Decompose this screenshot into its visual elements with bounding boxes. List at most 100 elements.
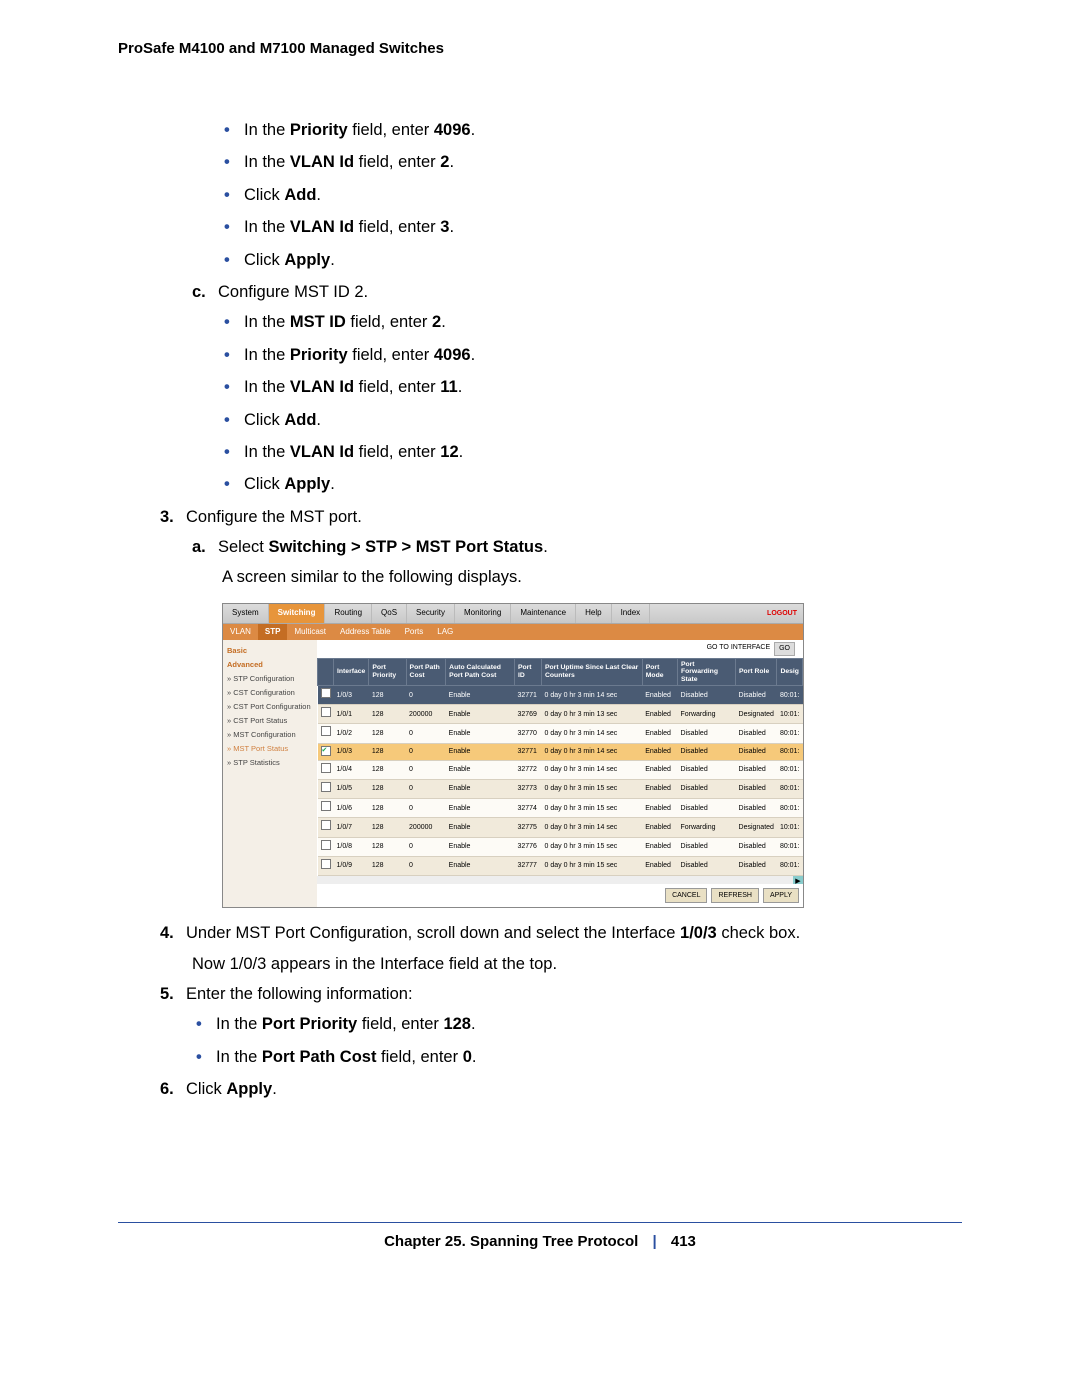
cell: 32771: [514, 686, 541, 705]
cell: Enabled: [642, 705, 677, 724]
sidebar-item[interactable]: » STP Configuration: [227, 672, 313, 686]
row-checkbox[interactable]: [321, 746, 331, 756]
bullet-vlanid-11: •In the VLAN Id field, enter 11.: [224, 374, 962, 400]
bullet-vlanid-2: •In the VLAN Id field, enter 2.: [224, 149, 962, 175]
tab-index[interactable]: Index: [612, 604, 651, 623]
column-header: Auto Calculated Port Path Cost: [446, 658, 515, 685]
cell: Disabled: [677, 743, 735, 760]
sidebar-basic[interactable]: Basic: [227, 644, 313, 658]
cell: Disabled: [677, 760, 735, 779]
subtab-address-table[interactable]: Address Table: [333, 624, 398, 641]
bullet-vlanid-3: •In the VLAN Id field, enter 3.: [224, 214, 962, 240]
cell: Enabled: [642, 818, 677, 837]
sidebar-item[interactable]: » CST Configuration: [227, 686, 313, 700]
row-checkbox[interactable]: [321, 859, 331, 869]
column-header: Desig: [777, 658, 803, 685]
cell: Enabled: [642, 686, 677, 705]
tab-help[interactable]: Help: [576, 604, 611, 623]
sidebar-item[interactable]: » CST Port Status: [227, 714, 313, 728]
bullet-click-add-b: •Click Add.: [224, 407, 962, 433]
tab-routing[interactable]: Routing: [325, 604, 372, 623]
sidebar-advanced[interactable]: Advanced: [227, 658, 313, 672]
bullet-priority-4096-b: •In the Priority field, enter 4096.: [224, 342, 962, 368]
cell: Enabled: [642, 743, 677, 760]
step-4: 4.Under MST Port Configuration, scroll d…: [160, 920, 962, 946]
apply-button[interactable]: APPLY: [763, 888, 799, 903]
bullet-vlanid-12: •In the VLAN Id field, enter 12.: [224, 439, 962, 465]
subtab-multicast[interactable]: Multicast: [287, 624, 333, 641]
sub-tabs: VLANSTPMulticastAddress TablePortsLAG: [223, 624, 803, 641]
sidebar-item[interactable]: » MST Port Status: [227, 742, 313, 756]
table-row: 1/0/7128200000Enable327750 day 0 hr 3 mi…: [318, 818, 803, 837]
cell: Enable: [446, 779, 515, 798]
cell: 128: [369, 724, 406, 743]
cell: 0 day 0 hr 3 min 15 sec: [542, 779, 643, 798]
row-checkbox[interactable]: [321, 840, 331, 850]
sidebar-item[interactable]: » STP Statistics: [227, 756, 313, 770]
bullet-port-path-cost-0: •In the Port Path Cost field, enter 0.: [196, 1044, 962, 1070]
row-checkbox[interactable]: [321, 726, 331, 736]
cell: Enable: [446, 818, 515, 837]
go-button[interactable]: GO: [774, 642, 795, 655]
cell: 0 day 0 hr 3 min 14 sec: [542, 743, 643, 760]
cell: Disabled: [736, 856, 777, 875]
row-checkbox[interactable]: [321, 707, 331, 717]
cell: Enabled: [642, 837, 677, 856]
cancel-button[interactable]: CANCEL: [665, 888, 707, 903]
column-header: Port ID: [514, 658, 541, 685]
refresh-button[interactable]: REFRESH: [711, 888, 758, 903]
tab-monitoring[interactable]: Monitoring: [455, 604, 511, 623]
cell: 32773: [514, 779, 541, 798]
cell: 0 day 0 hr 3 min 15 sec: [542, 799, 643, 818]
scroll-right-icon[interactable]: ▶: [793, 876, 803, 884]
bullet-click-apply-b: •Click Apply.: [224, 471, 962, 497]
tab-maintenance[interactable]: Maintenance: [511, 604, 576, 623]
bullet-click-add: •Click Add.: [224, 182, 962, 208]
cell: 32769: [514, 705, 541, 724]
subtab-ports[interactable]: Ports: [398, 624, 431, 641]
logout-link[interactable]: LOGOUT: [767, 608, 803, 619]
cell: 128: [369, 705, 406, 724]
tab-switching[interactable]: Switching: [269, 604, 326, 623]
subtab-stp[interactable]: STP: [258, 624, 288, 641]
cell: 32776: [514, 837, 541, 856]
subtab-vlan[interactable]: VLAN: [223, 624, 258, 641]
tab-security[interactable]: Security: [407, 604, 455, 623]
row-checkbox[interactable]: [321, 820, 331, 830]
go-label: GO TO INTERFACE: [707, 642, 771, 655]
row-checkbox[interactable]: [321, 801, 331, 811]
cell: Forwarding: [677, 818, 735, 837]
tab-qos[interactable]: QoS: [372, 604, 407, 623]
subtab-lag[interactable]: LAG: [430, 624, 460, 641]
cell: 80:01:: [777, 686, 803, 705]
tab-system[interactable]: System: [223, 604, 269, 623]
ui-screenshot: SystemSwitchingRoutingQoSSecurityMonitor…: [222, 603, 804, 908]
cell: 0: [406, 686, 446, 705]
sidebar-item[interactable]: » CST Port Configuration: [227, 700, 313, 714]
cell: 80:01:: [777, 743, 803, 760]
cell: 128: [369, 686, 406, 705]
step-6: 6.Click Apply.: [160, 1076, 962, 1102]
horizontal-scrollbar[interactable]: ▶: [317, 876, 803, 884]
cell: 32774: [514, 799, 541, 818]
column-header: Port Path Cost: [406, 658, 446, 685]
step-5: 5.Enter the following information:: [160, 981, 962, 1007]
cell: Disabled: [677, 799, 735, 818]
column-header: Interface: [334, 658, 369, 685]
cell: 1/0/4: [334, 760, 369, 779]
cell: Disabled: [677, 724, 735, 743]
cell: 1/0/2: [334, 724, 369, 743]
cell: 1/0/1: [334, 705, 369, 724]
row-checkbox[interactable]: [321, 688, 331, 698]
step-4-follow: Now 1/0/3 appears in the Interface field…: [192, 951, 962, 977]
row-checkbox[interactable]: [321, 782, 331, 792]
cell: 0: [406, 743, 446, 760]
cell: 0 day 0 hr 3 min 14 sec: [542, 686, 643, 705]
footer-chapter: Chapter 25. Spanning Tree Protocol: [384, 1233, 638, 1250]
cell: 32777: [514, 856, 541, 875]
sidebar-item[interactable]: » MST Configuration: [227, 728, 313, 742]
row-checkbox[interactable]: [321, 763, 331, 773]
cell: Disabled: [677, 686, 735, 705]
cell: Designated: [736, 818, 777, 837]
cell: 1/0/9: [334, 856, 369, 875]
